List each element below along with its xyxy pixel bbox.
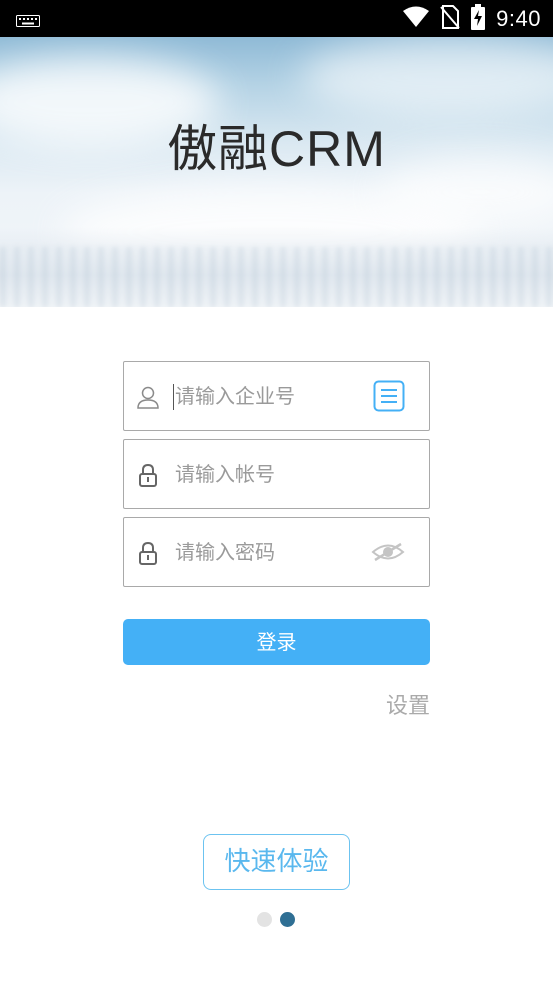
page-indicator [257,912,295,927]
company-id-placeholder: 请输入企业号 [175,384,295,408]
header-banner: 傲融CRM [0,37,553,307]
app-logo: 傲融CRM [167,121,386,177]
password-field[interactable]: 请输入密码 [123,517,430,587]
page-dot-1[interactable] [257,912,272,927]
settings-link[interactable]: 设置 [386,688,430,720]
account-field[interactable]: 请输入帐号 [123,439,430,509]
text-caret [173,384,174,410]
battery-charging-icon [470,3,486,34]
login-button[interactable]: 登录 [123,619,430,665]
company-id-field[interactable]: 请输入企业号 [123,361,430,431]
no-sim-icon [440,4,460,33]
status-time: 9:40 [496,5,541,31]
password-placeholder: 请输入密码 [175,540,275,564]
eye-hidden-icon[interactable] [371,541,405,567]
lock-icon [136,541,160,565]
wifi-icon [402,6,430,32]
account-placeholder: 请输入帐号 [175,462,275,486]
lock-icon [136,463,160,487]
status-bar: 9:40 [0,0,553,37]
list-icon[interactable] [373,380,405,416]
keyboard-icon [16,12,40,31]
quick-experience-button[interactable]: 快速体验 [203,834,350,890]
user-icon [136,385,160,409]
page-dot-2-active[interactable] [280,912,295,927]
